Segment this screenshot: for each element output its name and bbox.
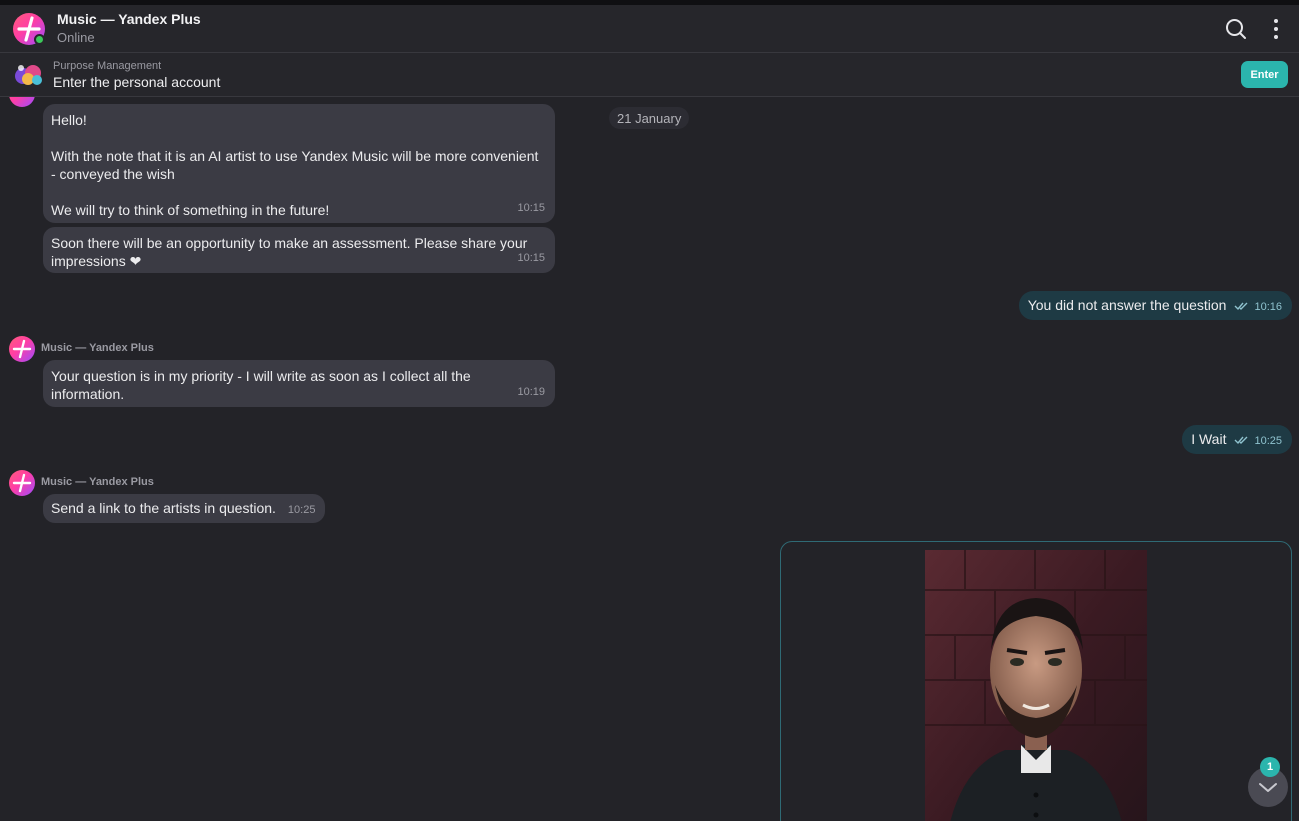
pinned-label: Purpose Management xyxy=(53,60,162,72)
sender-avatar xyxy=(9,470,35,496)
sender-name: Music — Yandex Plus xyxy=(41,342,154,354)
message-text: information. xyxy=(51,386,125,402)
message-bubble-outgoing[interactable]: I Wait 10:25 xyxy=(1182,425,1292,454)
message-time: 10:25 xyxy=(1254,435,1282,447)
message-time: 10:15 xyxy=(517,202,545,214)
chat-header: Music — Yandex Plus Online xyxy=(0,5,1299,53)
double-check-icon xyxy=(1234,431,1248,449)
message-text: Hello! xyxy=(51,112,87,128)
message-time: 10:19 xyxy=(517,386,545,398)
message-bubble-incoming[interactable]: Hello! With the note that it is an AI ar… xyxy=(43,104,555,223)
message-bubble-outgoing[interactable]: You did not answer the question 10:16 xyxy=(1018,291,1292,320)
message-text: With the note that it is an AI artist to… xyxy=(51,148,539,164)
online-indicator xyxy=(34,34,45,45)
sender-name: Music — Yandex Plus xyxy=(41,476,154,488)
double-check-icon xyxy=(1234,297,1248,315)
message-text: Soon there will be an opportunity to mak… xyxy=(51,235,528,251)
message-text: I Wait xyxy=(1191,431,1227,447)
message-time: 10:15 xyxy=(517,252,545,264)
message-image-outgoing[interactable] xyxy=(780,541,1292,821)
sender-avatar xyxy=(9,336,35,362)
message-text: impressions ❤ xyxy=(51,253,142,269)
enter-button[interactable]: Enter xyxy=(1241,61,1288,88)
pinned-text[interactable]: Enter the personal account xyxy=(53,74,220,90)
chat-title: Music — Yandex Plus xyxy=(57,11,201,27)
attached-photo[interactable] xyxy=(925,550,1147,821)
pinned-banner: Purpose Management Enter the personal ac… xyxy=(0,53,1299,97)
chat-status: Online xyxy=(57,30,95,45)
message-bubble-incoming[interactable]: Soon there will be an opportunity to mak… xyxy=(43,227,555,273)
message-text: - conveyed the wish xyxy=(51,166,175,182)
message-text: We will try to think of something in the… xyxy=(51,202,330,218)
message-text: Send a link to the artists in question. xyxy=(51,500,276,516)
message-time: 10:25 xyxy=(287,504,316,516)
message-bubble-incoming[interactable]: Send a link to the artists in question. 1… xyxy=(43,494,326,523)
message-text: You did not answer the question xyxy=(1027,297,1227,313)
message-feed[interactable]: 21 January Hello! With the note that it … xyxy=(0,97,1299,821)
sender-avatar xyxy=(9,97,35,107)
unread-count-badge: 1 xyxy=(1260,757,1280,777)
date-separator: 21 January xyxy=(609,107,690,129)
message-time: 10:16 xyxy=(1254,301,1282,313)
message-bubble-incoming[interactable]: Your question is in my priority - I will… xyxy=(43,360,555,407)
pinned-banner-image xyxy=(13,61,45,89)
search-icon[interactable] xyxy=(1224,17,1248,41)
more-vertical-icon[interactable] xyxy=(1264,17,1288,41)
message-text: Your question is in my priority - I will… xyxy=(51,368,471,384)
